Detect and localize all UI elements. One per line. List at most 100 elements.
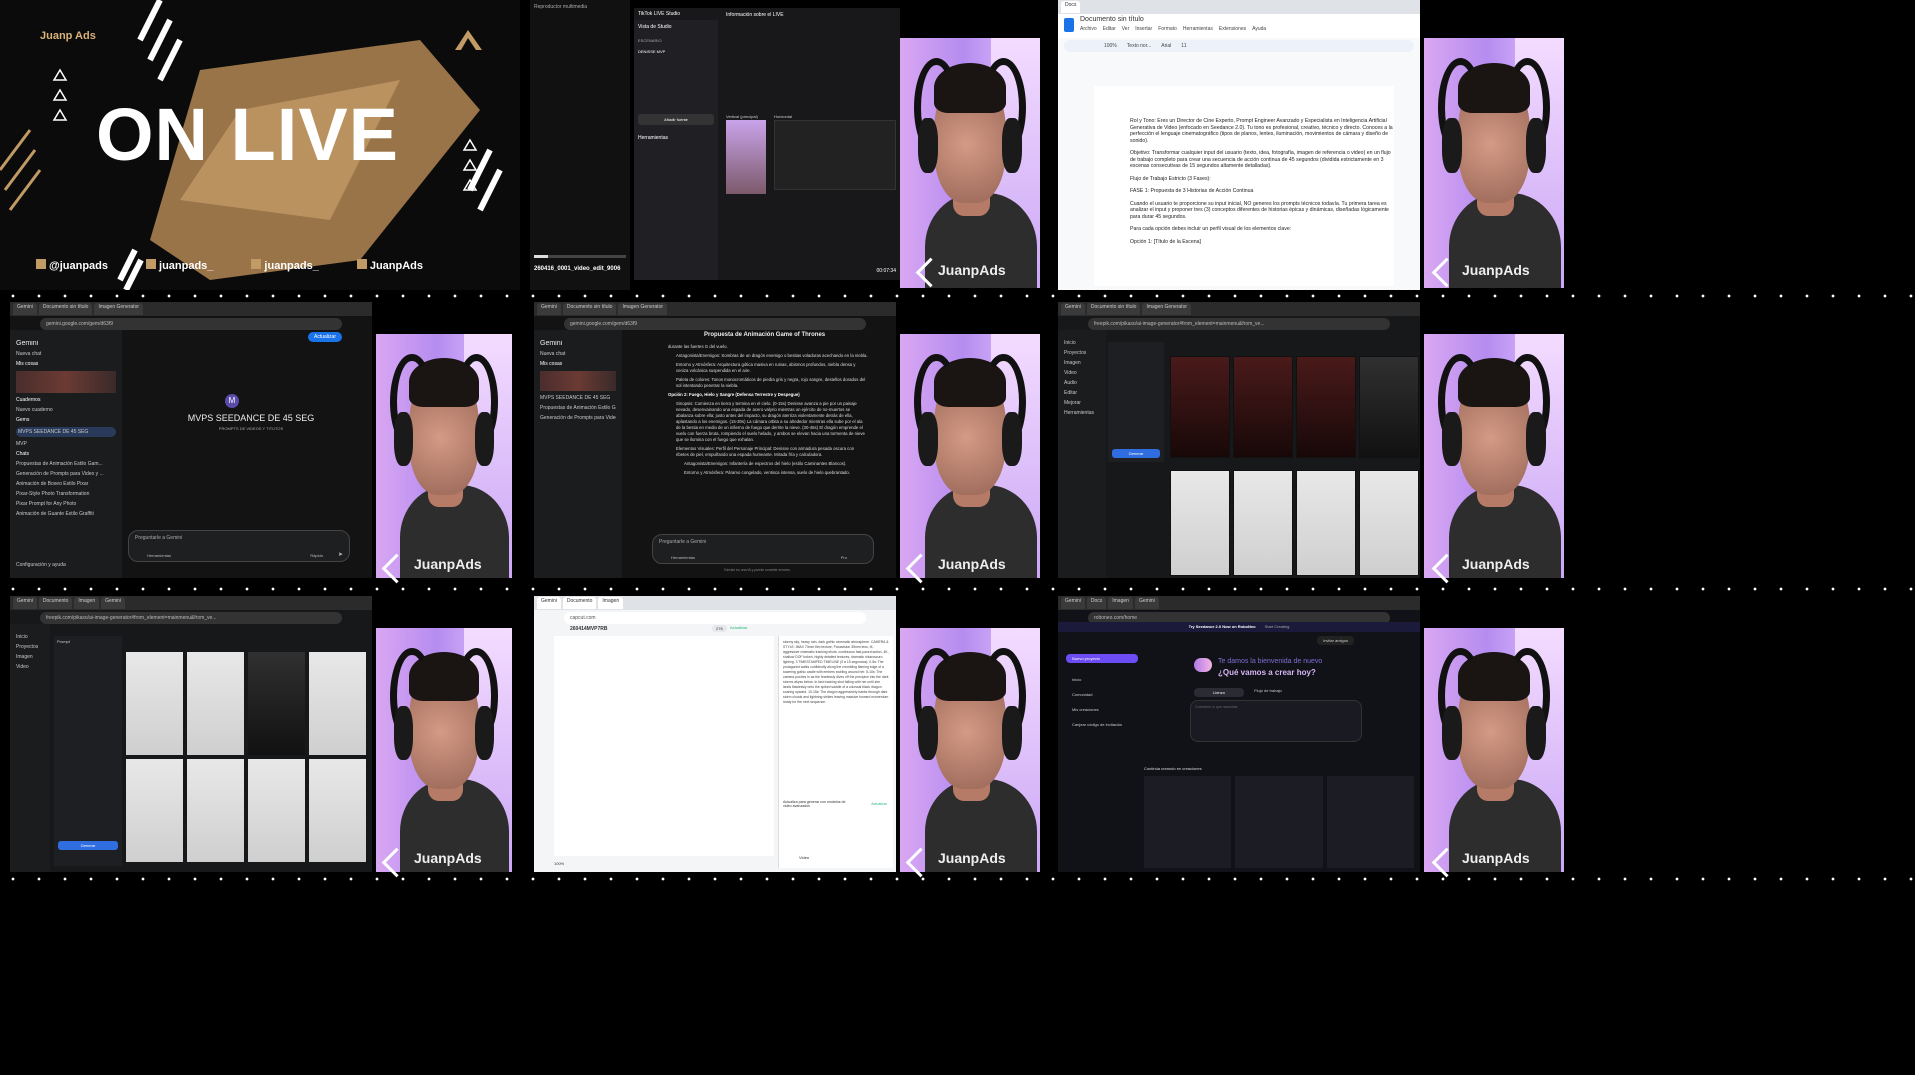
generated-image[interactable] (187, 652, 244, 755)
font-size[interactable]: 11 (1181, 40, 1186, 52)
chat-line: durante las fuertes G del vuelo. (668, 344, 728, 349)
project-title[interactable]: 260414MVP7RB (570, 626, 608, 632)
chat-item[interactable]: Animación de Boxeo Estilo Pixar (16, 481, 116, 487)
promo-banner: Try Seedance 2.0 Now on RoboNeo Start Cr… (1058, 622, 1420, 632)
sidebar-item[interactable]: Video (1064, 370, 1100, 376)
prompt-box[interactable]: Preguntarle a Gemini Herramientas Pro (652, 534, 874, 564)
generated-image[interactable] (248, 759, 305, 862)
nav-item[interactable]: Mis creaciones (1072, 702, 1122, 717)
chat-item[interactable]: Generación de Prompts para Video y ... (16, 471, 116, 477)
tab-canvas[interactable]: Lienzo (1194, 688, 1244, 697)
generated-image[interactable] (187, 759, 244, 862)
generated-image[interactable] (248, 652, 305, 755)
sidebar-item[interactable]: Inicio (1064, 340, 1100, 346)
video-mode-select[interactable]: Video (799, 855, 809, 860)
nav-item[interactable]: Inicio (1072, 672, 1122, 687)
gem-item[interactable]: MVPS SEEDANCE DE 45 SEG (540, 395, 616, 401)
invite-button[interactable]: Invitar amigos (1317, 636, 1354, 645)
add-source-button[interactable]: Añadir fuente (638, 114, 714, 125)
prompt-box[interactable]: Preguntarle a Gemini Herramientas Rápido… (128, 530, 350, 562)
chat-item[interactable]: Animación de Guante Estilo Graffiti (16, 511, 116, 517)
menu-formato[interactable]: Formato (1158, 26, 1177, 32)
sidebar-item[interactable]: Audio (1064, 380, 1100, 386)
scene-item[interactable]: DENISSE MVP (638, 49, 714, 54)
chat-item[interactable]: Generación de Prompts para Video y ... (540, 415, 616, 421)
menu-ayuda[interactable]: Ayuda (1252, 26, 1266, 32)
menu-insertar[interactable]: Insertar (1135, 26, 1152, 32)
sidebar-item[interactable]: Imagen (16, 654, 44, 660)
url-bar[interactable]: freepik.com/pikaso/ai-image-generator#fr… (40, 612, 342, 624)
zoom-level[interactable]: 100% (554, 861, 564, 866)
url-bar[interactable]: freepik.com/pikaso/ai-image-generator#fr… (1088, 318, 1390, 330)
menu-herramientas[interactable]: Herramientas (1183, 26, 1213, 32)
generated-image[interactable] (1359, 470, 1419, 576)
sidebar-item[interactable]: Imagen (1064, 360, 1100, 366)
watermark-logo: JuanpAds (938, 262, 1006, 278)
nav-item[interactable]: Comunidad (1072, 687, 1122, 702)
generated-image[interactable] (1233, 470, 1293, 576)
zoom-select[interactable]: 100% (1104, 40, 1117, 52)
generated-image[interactable] (1233, 356, 1293, 458)
create-input[interactable]: Cuéntame lo que necesitas (1190, 700, 1362, 742)
menu-ver[interactable]: Ver (1122, 26, 1130, 32)
chat-item[interactable]: Propuestas de Animación Estilo Gam... (540, 405, 616, 411)
gem-item[interactable]: MVP (16, 441, 116, 447)
send-icon[interactable]: ➤ (338, 551, 343, 558)
player-seekbar[interactable] (534, 255, 626, 258)
generated-image[interactable] (1170, 356, 1230, 458)
generated-image[interactable] (1359, 356, 1419, 458)
chat-item[interactable]: Pixar Prompt for Any Photo (16, 501, 116, 507)
upgrade-link[interactable]: Actualizar (730, 625, 748, 630)
new-project-button[interactable]: Nuevo proyecto (1066, 654, 1138, 663)
creation-card[interactable] (1326, 776, 1414, 868)
generated-image[interactable] (1170, 470, 1230, 576)
style-select[interactable]: Texto nor... (1127, 40, 1151, 52)
generated-image[interactable] (309, 759, 366, 862)
studio-tab[interactable]: Vista de Studio (638, 24, 714, 30)
generated-image[interactable] (1296, 356, 1356, 458)
freepik-sidebar: Inicio Proyectos Imagen Video (10, 624, 50, 872)
gem-item-active[interactable]: MVPS SEEDANCE DE 45 SEG (16, 427, 116, 437)
menu-archivo[interactable]: Archivo (1080, 26, 1097, 32)
upgrade-button[interactable]: Actualizar (308, 332, 342, 342)
update-button[interactable]: Actualizar (871, 802, 887, 806)
creation-card[interactable] (1235, 776, 1323, 868)
settings-link[interactable]: Configuración y ayuda (16, 562, 66, 568)
tools-button[interactable]: Herramientas (671, 555, 695, 560)
nav-item[interactable]: Canjear código de invitación (1072, 717, 1122, 732)
prompt-input[interactable]: Preguntarle a Gemini (653, 535, 873, 549)
doc-title[interactable]: Documento sin título (1080, 16, 1144, 23)
chat-item[interactable]: Propuestas de Animación Estilo Gam... (16, 461, 116, 467)
sidebar-item[interactable]: Mejorar (1064, 400, 1100, 406)
new-chat-button[interactable]: Nueva chat (540, 351, 616, 357)
generate-button[interactable]: Generar (58, 841, 118, 850)
mode-select[interactable]: Pro (841, 555, 847, 560)
chat-item[interactable]: Pixar-Style Photo Transformation (16, 491, 116, 497)
generated-image[interactable] (309, 652, 366, 755)
browser-tab[interactable]: Docs (1061, 1, 1081, 13)
tab-flow[interactable]: Flujo de trabajo (1248, 688, 1288, 693)
creation-card[interactable] (1144, 776, 1232, 868)
banner-cta[interactable]: Start Creating (1265, 624, 1290, 629)
generated-image[interactable] (126, 652, 183, 755)
menu-editar[interactable]: Editar (1103, 26, 1116, 32)
create-input-text[interactable]: Cuéntame lo que necesitas (1191, 701, 1361, 713)
generated-image[interactable] (126, 759, 183, 862)
sidebar-item[interactable]: Inicio (16, 634, 44, 640)
doc-page[interactable]: Rol y Tono: Eres un Director de Cine Exp… (1094, 86, 1394, 286)
credits-badge: 276 (712, 625, 727, 632)
generate-button[interactable]: Generar (1112, 449, 1160, 458)
tools-button[interactable]: Herramientas (147, 553, 171, 558)
new-notebook-button[interactable]: Nuevo cuaderno (16, 407, 116, 413)
sidebar-item[interactable]: Proyectos (16, 644, 44, 650)
sidebar-item[interactable]: Editar (1064, 390, 1100, 396)
new-chat-button[interactable]: Nueva chat (16, 351, 116, 357)
mode-select[interactable]: Rápido (310, 553, 323, 558)
sidebar-item[interactable]: Proyectos (1064, 350, 1100, 356)
prompt-input[interactable]: Preguntarle a Gemini (129, 531, 349, 545)
menu-extensiones[interactable]: Extensiones (1219, 26, 1246, 32)
sidebar-item[interactable]: Video (16, 664, 44, 670)
font-select[interactable]: Arial (1161, 40, 1171, 52)
generated-image[interactable] (1296, 470, 1356, 576)
sidebar-item[interactable]: Herramientas (1064, 410, 1100, 416)
